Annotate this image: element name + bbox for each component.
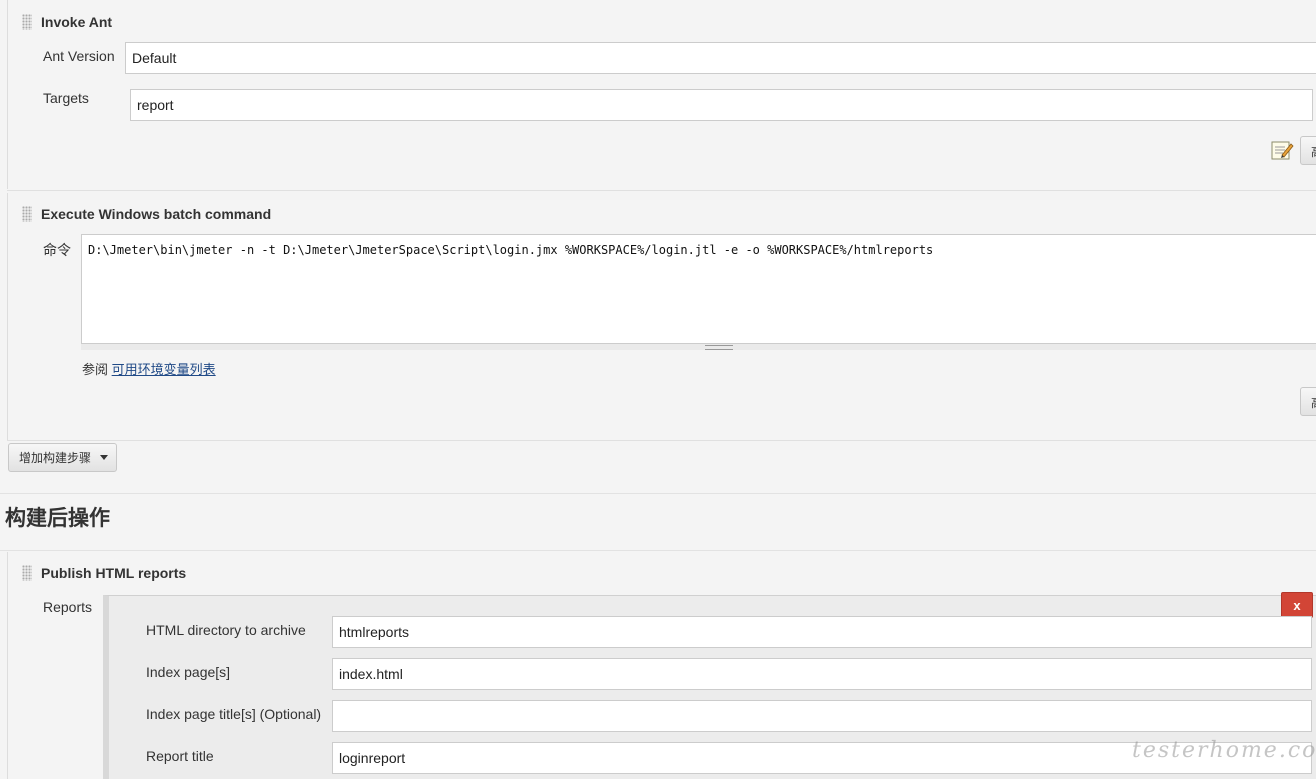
report-title-label: Report title	[146, 748, 214, 764]
ant-advanced-label: 高	[1311, 145, 1316, 159]
publish-html-title: Publish HTML reports	[41, 565, 187, 581]
targets-label: Targets	[43, 90, 89, 106]
resize-grip-icon	[705, 345, 733, 350]
ant-advanced-button[interactable]: 高	[1300, 136, 1316, 165]
index-title-label: Index page title[s] (Optional)	[146, 706, 322, 722]
ant-version-label: Ant Version	[43, 48, 115, 64]
env-vars-hint: 参阅 可用环境变量列表	[82, 359, 216, 378]
targets-input[interactable]: report	[130, 89, 1313, 121]
drag-handle-icon[interactable]	[22, 14, 32, 30]
index-page-input[interactable]: index.html	[332, 658, 1312, 690]
drag-handle-icon[interactable]	[22, 565, 32, 581]
batch-advanced-button[interactable]: 高	[1300, 387, 1316, 416]
drag-handle-icon[interactable]	[22, 206, 32, 222]
ant-version-select[interactable]: Default	[125, 42, 1316, 74]
html-dir-label: HTML directory to archive	[146, 622, 306, 638]
post-build-title: 构建后操作	[5, 507, 110, 530]
batch-advanced-label: 高	[1311, 396, 1316, 410]
textarea-resize-handle[interactable]	[81, 343, 1316, 350]
env-vars-link[interactable]: 可用环境变量列表	[112, 362, 216, 377]
batch-command-title: Execute Windows batch command	[41, 206, 272, 222]
reports-label: Reports	[43, 599, 93, 615]
add-build-step-button[interactable]: 增加构建步骤	[8, 443, 117, 472]
add-build-step-label: 增加构建步骤	[19, 451, 92, 465]
section-divider	[0, 550, 1316, 551]
index-title-input[interactable]	[332, 700, 1312, 732]
command-textarea[interactable]: D:\Jmeter\bin\jmeter -n -t D:\Jmeter\Jme…	[81, 234, 1316, 344]
delete-report-button[interactable]: x	[1281, 592, 1313, 618]
section-divider	[0, 493, 1316, 494]
section-divider	[7, 440, 1316, 441]
invoke-ant-title: Invoke Ant	[41, 14, 113, 30]
index-page-label: Index page[s]	[146, 664, 231, 680]
see-also-label: 参阅	[82, 362, 109, 377]
command-label: 命令	[43, 242, 71, 258]
delete-report-label: x	[1293, 597, 1301, 613]
watermark-text: testerhome.com	[1132, 738, 1316, 763]
caret-down-icon	[100, 455, 109, 460]
html-dir-input[interactable]: htmlreports	[332, 616, 1312, 648]
notepad-edit-icon[interactable]	[1270, 138, 1294, 162]
section-divider	[7, 190, 1316, 191]
